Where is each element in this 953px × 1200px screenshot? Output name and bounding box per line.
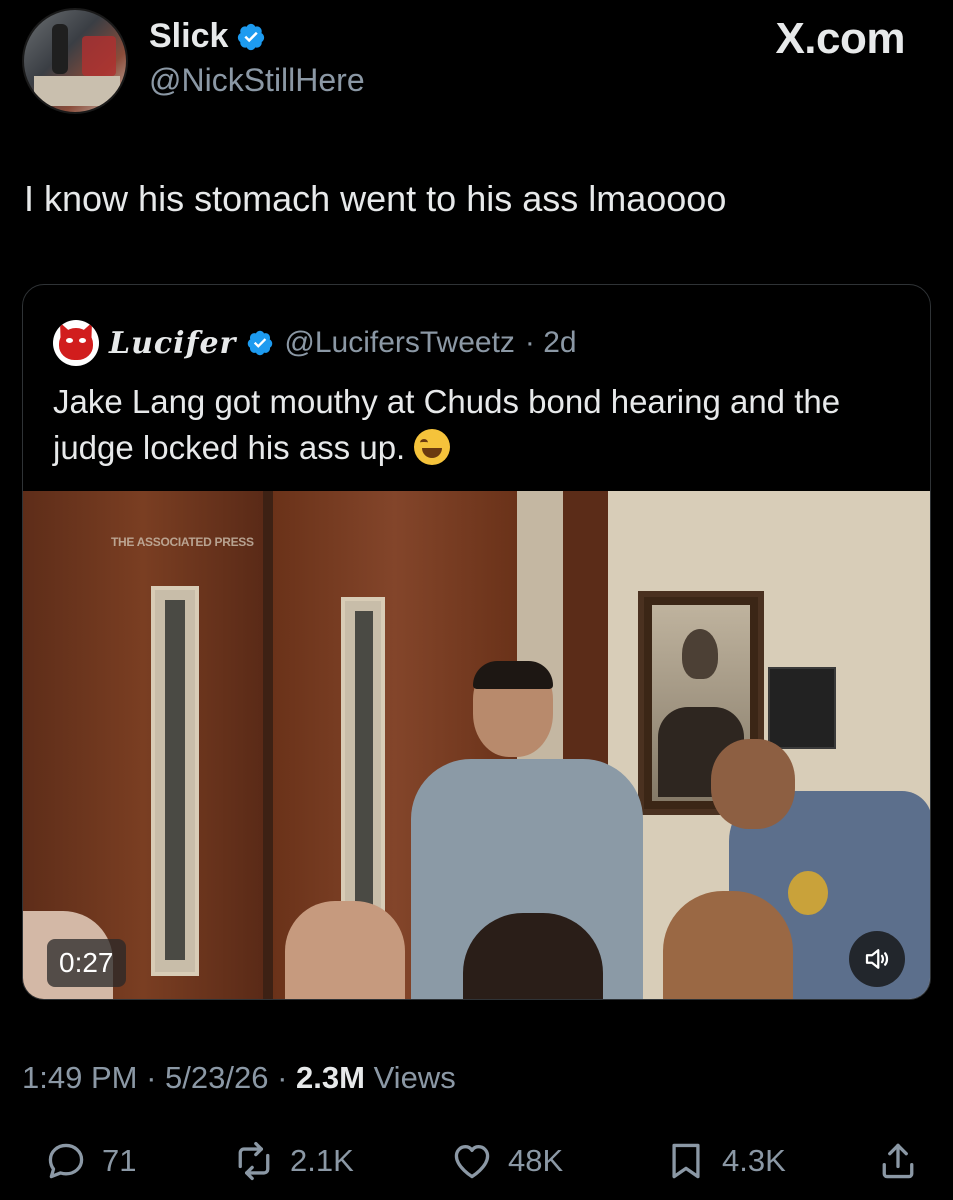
video-duration: 0:27 — [47, 939, 126, 987]
views-count: 2.3M — [296, 1060, 365, 1095]
reply-count: 71 — [102, 1143, 137, 1178]
tweet-date: 5/23/26 — [165, 1060, 269, 1095]
repost-button[interactable]: 2.1K — [232, 1135, 354, 1187]
author-display-name[interactable]: Slick — [149, 17, 228, 56]
reply-button[interactable]: 71 — [44, 1135, 136, 1187]
like-count: 48K — [508, 1143, 564, 1178]
mute-toggle-button[interactable] — [849, 931, 905, 987]
video-scene-officer-head — [711, 739, 795, 829]
video-scene-officer-badge — [788, 871, 828, 915]
verified-badge-icon — [238, 23, 265, 50]
like-button[interactable]: 48K — [450, 1135, 563, 1187]
tweet-metadata: 1:49 PM · 5/23/26 · 2.3M Views — [22, 1060, 456, 1095]
share-button[interactable] — [876, 1135, 920, 1187]
quoted-author-avatar[interactable] — [53, 320, 99, 366]
tweet-action-bar: 71 2.1K 48K 4.3K — [0, 1135, 953, 1191]
video-scene-crowd-person — [285, 901, 405, 999]
speaker-icon — [865, 949, 889, 969]
quoted-author-display-name[interactable]: Lucifer — [109, 326, 236, 361]
video-scene-man-hair — [473, 661, 553, 689]
author-avatar[interactable] — [22, 8, 128, 114]
quoted-tweet-age: · 2d — [524, 326, 577, 359]
author-handle[interactable]: @NickStillHere — [149, 62, 365, 99]
video-watermark: THE ASSOCIATED PRESS — [111, 535, 254, 549]
bookmark-icon — [672, 1143, 700, 1179]
heart-icon — [454, 1145, 490, 1179]
quoted-tweet-text-block: Jake Lang got mouthy at Chuds bond heari… — [53, 379, 903, 471]
bookmark-count: 4.3K — [722, 1143, 786, 1178]
repost-count: 2.1K — [290, 1143, 354, 1178]
video-scene-crowd-person — [663, 891, 793, 999]
quoted-tweet-card[interactable]: Lucifer @LucifersTweetz · 2d Jake Lang g… — [22, 284, 931, 1000]
views-label[interactable]: Views — [374, 1060, 456, 1095]
quoted-tweet-header: Lucifer @LucifersTweetz · 2d — [53, 320, 577, 366]
video-scene-door-window-left — [151, 586, 199, 976]
laughing-emoji-icon — [414, 429, 451, 465]
author-name-row: Slick — [149, 17, 266, 56]
video-scene-door-window-right — [341, 597, 385, 927]
video-player[interactable]: THE ASSOCIATED PRESS 0:27 — [23, 491, 930, 999]
tweet-header: Slick @NickStillHere X.com — [0, 0, 953, 130]
quoted-verified-badge-icon — [248, 330, 273, 356]
video-scene-plaque — [768, 667, 836, 749]
tweet-time: 1:49 PM — [22, 1060, 138, 1095]
site-label: X.com — [775, 14, 905, 63]
share-icon — [882, 1143, 914, 1179]
bookmark-button[interactable]: 4.3K — [664, 1135, 786, 1187]
repost-icon — [238, 1141, 270, 1181]
reply-icon — [48, 1143, 84, 1179]
tweet-text: I know his stomach went to his ass lmaoo… — [24, 178, 727, 219]
quoted-author-handle[interactable]: @LucifersTweetz — [284, 326, 515, 360]
